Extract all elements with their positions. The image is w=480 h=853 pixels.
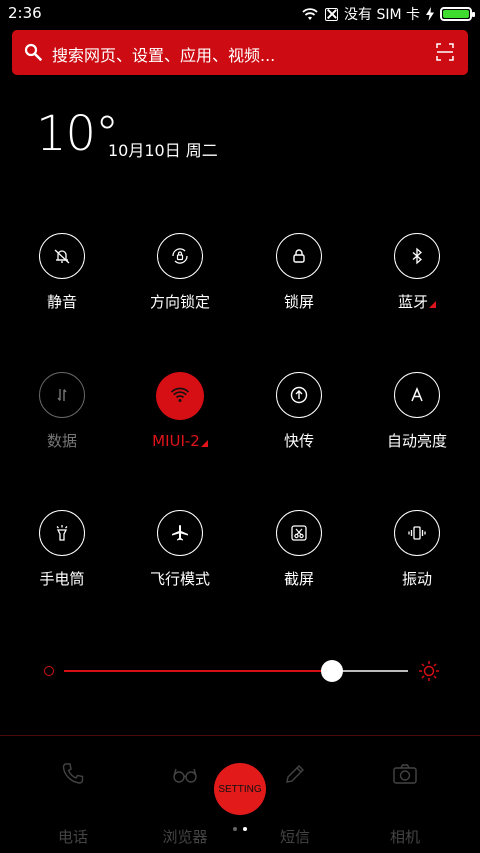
wifi-icon	[170, 387, 190, 402]
toggle-lock-screen[interactable]: 锁屏	[239, 233, 359, 312]
toggle-bluetooth[interactable]: 蓝牙	[357, 233, 477, 312]
toggle-auto-brightness[interactable]: 自动亮度	[357, 372, 477, 451]
toggle-wifi-text: MIUI-2	[152, 432, 200, 450]
dock-camera-label: 相机	[389, 828, 420, 846]
pencil-icon	[286, 765, 304, 783]
page-dot-active	[243, 827, 247, 831]
toggle-screenshot-label: 截屏	[283, 570, 314, 588]
battery-icon	[440, 7, 475, 21]
status-icons: 没有 SIM 卡	[301, 4, 475, 24]
toggle-data[interactable]: 数据	[2, 372, 122, 451]
auto-brightness-icon	[411, 387, 423, 402]
phone-icon	[62, 763, 84, 784]
rotation-lock-icon	[172, 248, 188, 264]
carrier-text: 没有 SIM 卡	[344, 7, 420, 23]
toggle-auto-brightness-button[interactable]	[394, 372, 440, 418]
dock-camera[interactable]: 相机	[365, 760, 445, 847]
search-icon	[24, 43, 42, 61]
dock-browser-label: 浏览器	[162, 828, 208, 846]
upload-arrow-icon	[290, 386, 308, 404]
toggle-wifi-button[interactable]	[156, 372, 204, 420]
toggle-mute-label: 静音	[46, 293, 77, 311]
setting-floating-button[interactable]: SETTING	[214, 763, 266, 815]
toggle-rotation-lock-button[interactable]	[157, 233, 203, 279]
toggle-bluetooth-label: 蓝牙	[357, 291, 477, 312]
glasses-icon	[173, 768, 197, 783]
toggle-bluetooth-button[interactable]	[394, 233, 440, 279]
no-sim-icon	[325, 7, 338, 21]
dock-phone-label: 电话	[57, 828, 88, 846]
toggle-flashlight[interactable]: 手电筒	[2, 510, 122, 589]
toggle-airplane-button[interactable]	[157, 510, 203, 556]
bell-off-icon	[54, 249, 70, 264]
lock-icon	[293, 249, 305, 263]
toggle-lock-screen-label: 锁屏	[283, 293, 314, 311]
brightness-track[interactable]	[64, 660, 408, 682]
toggle-airplane-label: 飞行模式	[149, 570, 210, 588]
page-indicator	[233, 827, 247, 831]
bluetooth-icon	[412, 247, 422, 265]
more-indicator-icon	[429, 301, 436, 308]
toggle-vibrate-label: 振动	[401, 570, 432, 588]
toggle-quick-transfer-label: 快传	[283, 432, 314, 450]
flashlight-icon	[56, 525, 68, 541]
wifi-icon	[302, 8, 318, 20]
toggle-auto-brightness-label: 自动亮度	[386, 432, 447, 450]
toggle-data-button[interactable]	[39, 372, 85, 418]
toggle-vibrate[interactable]: 振动	[357, 510, 477, 589]
toggle-data-label: 数据	[46, 432, 77, 450]
temperature: 10°	[36, 106, 119, 162]
dock-browser[interactable]: 浏览器	[145, 760, 225, 847]
toggle-flashlight-label: 手电筒	[39, 570, 85, 588]
camera-icon	[393, 764, 417, 784]
brightness-track-fill	[64, 670, 333, 672]
more-indicator-icon	[200, 440, 208, 447]
dock-messages-label: 短信	[279, 828, 310, 846]
toggle-quick-transfer[interactable]: 快传	[239, 372, 359, 451]
toggle-lock-screen-button[interactable]	[276, 233, 322, 279]
toggle-wifi[interactable]: MIUI-2	[120, 372, 240, 450]
toggle-wifi-label: MIUI-2	[120, 432, 240, 450]
page-dot	[233, 827, 237, 831]
toggle-mute[interactable]: 静音	[2, 233, 122, 312]
toggle-bluetooth-text: 蓝牙	[397, 293, 428, 311]
scan-icon[interactable]	[436, 43, 454, 61]
toggle-screenshot[interactable]: 截屏	[239, 510, 359, 589]
brightness-slider[interactable]	[40, 656, 440, 686]
airplane-icon	[172, 525, 188, 541]
status-bar: 2:36 没有 SIM 卡	[0, 0, 480, 28]
search-bar[interactable]: 搜索网页、设置、应用、视频...	[12, 30, 468, 75]
toggle-quick-transfer-button[interactable]	[276, 372, 322, 418]
toggle-flashlight-button[interactable]	[39, 510, 85, 556]
toggle-airplane[interactable]: 飞行模式	[120, 510, 240, 589]
screenshot-icon	[291, 525, 307, 541]
toggle-mute-button[interactable]	[39, 233, 85, 279]
brightness-high-icon	[419, 661, 439, 681]
brightness-low-icon	[44, 666, 54, 676]
charging-bolt-icon	[426, 7, 434, 21]
brightness-thumb[interactable]	[321, 660, 344, 682]
data-arrows-icon	[57, 389, 67, 401]
toggle-screenshot-button[interactable]	[276, 510, 322, 556]
dock-phone[interactable]: 电话	[33, 760, 113, 847]
toggle-rotation-lock-label: 方向锁定	[149, 293, 210, 311]
battery-fill	[443, 10, 469, 18]
toggle-vibrate-button[interactable]	[394, 510, 440, 556]
dock-messages[interactable]: 短信	[255, 760, 335, 847]
dock-divider	[0, 735, 480, 736]
date-text: 10月10日 周二	[108, 141, 218, 160]
clock: 2:36	[8, 4, 42, 22]
vibrate-icon	[408, 526, 426, 540]
toggle-rotation-lock[interactable]: 方向锁定	[120, 233, 240, 312]
search-placeholder: 搜索网页、设置、应用、视频...	[52, 46, 276, 65]
